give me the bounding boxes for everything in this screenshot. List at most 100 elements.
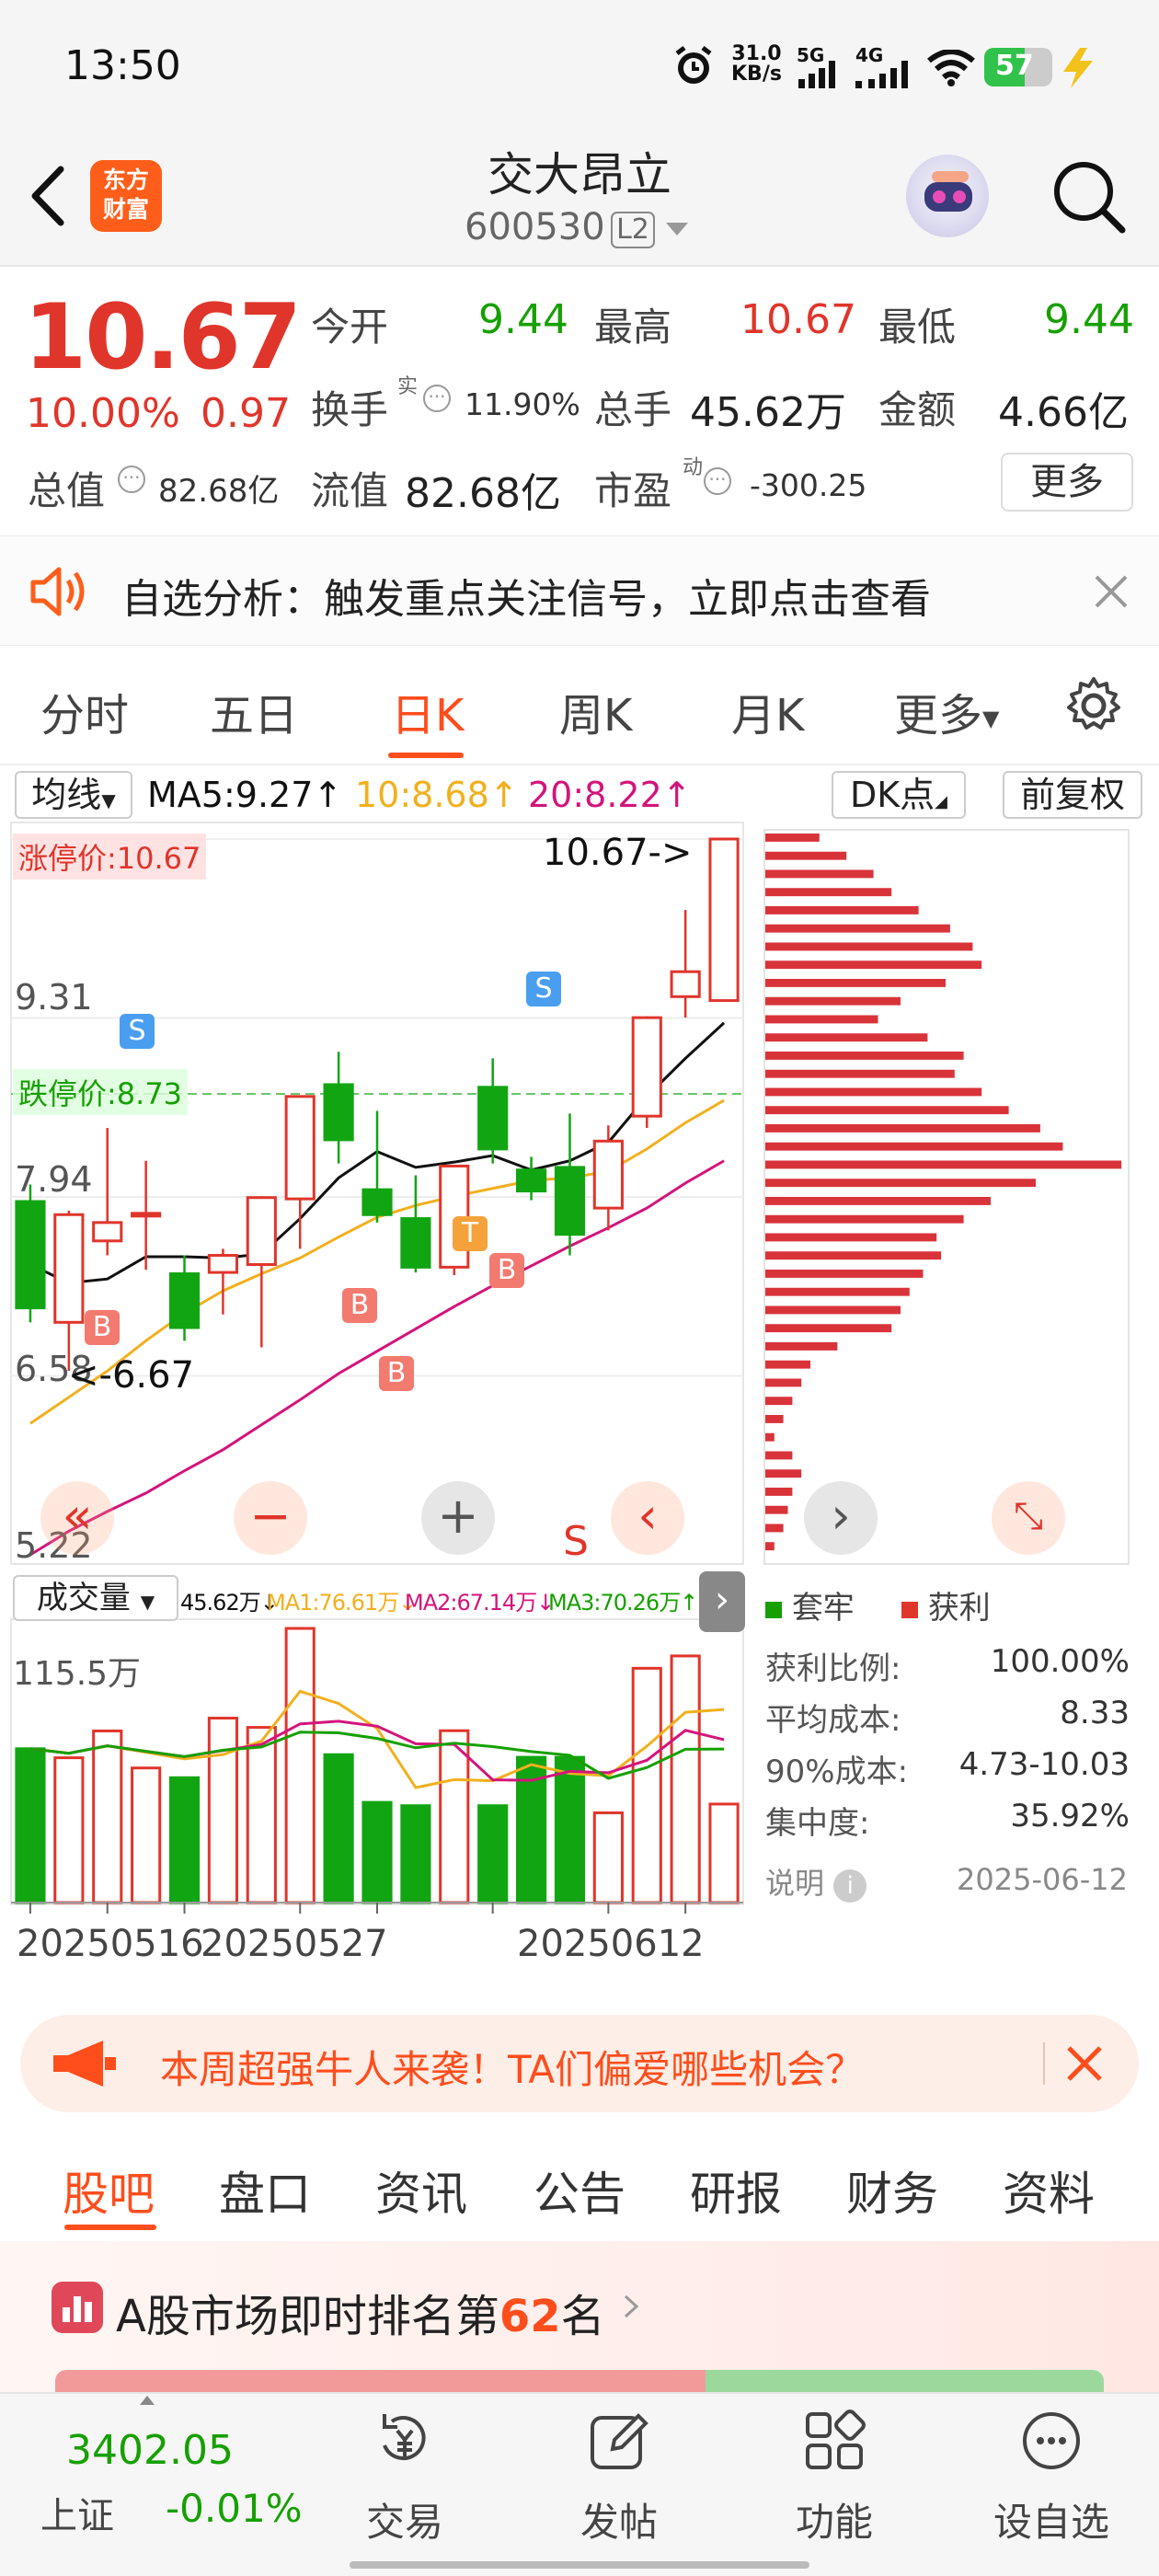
stat-value: 4.73-10.03 <box>958 1746 1130 1783</box>
charging-icon <box>1063 48 1093 88</box>
chip-bar <box>765 1270 924 1278</box>
chip-bar <box>765 1342 838 1351</box>
status-bar: 13:50 31.0 KB/s 5G 4G 57 <box>0 0 1159 138</box>
level2-badge[interactable]: L2 <box>611 212 655 248</box>
rank-prefix: A股市场即时排名第 <box>116 2291 499 2342</box>
scroll-left-icon[interactable]: ‹ <box>611 1481 684 1555</box>
volume-axis-label: 115.5万 <box>13 1655 142 1693</box>
notice-bar[interactable]: 自选分析：触发重点关注信号，立即点击查看 <box>0 535 1159 646</box>
chip-bar <box>765 1378 802 1387</box>
volume-bar <box>708 1802 740 1904</box>
buy-signal-badge[interactable]: B <box>85 1310 120 1345</box>
close-icon[interactable] <box>1093 573 1130 610</box>
tab-daily-k[interactable]: 日K <box>391 679 464 743</box>
tab-announcements[interactable]: 公告 <box>534 2157 625 2224</box>
alarm-icon <box>675 46 712 84</box>
candle-body <box>515 1168 547 1193</box>
zoom-in-icon[interactable]: + <box>421 1481 495 1555</box>
note-label: 说明 <box>765 1866 825 1901</box>
turnover-value: 11.90% <box>465 386 580 422</box>
candle-body <box>477 1086 509 1151</box>
tab-profile[interactable]: 资料 <box>1003 2157 1095 2224</box>
index-name[interactable]: 上证 <box>40 2486 114 2539</box>
trade-icon[interactable] <box>372 2409 436 2473</box>
expand-panel-icon[interactable]: › <box>699 1571 745 1632</box>
close-icon[interactable] <box>1065 2044 1104 2083</box>
y-tick-label: 9.31 <box>15 977 93 1018</box>
chip-bar <box>765 1179 1036 1188</box>
high-marker: 10.67-> <box>543 832 693 874</box>
tab-finance[interactable]: 财务 <box>846 2157 938 2224</box>
speaker-icon <box>30 567 85 616</box>
dk-point-selector[interactable]: DK点◢ <box>832 771 966 819</box>
assistant-avatar-icon[interactable] <box>906 155 989 237</box>
t-signal-badge[interactable]: T <box>453 1216 488 1251</box>
scroll-left-fast-icon[interactable]: « <box>40 1481 114 1555</box>
ma-selector[interactable]: 均线▼ <box>15 771 132 819</box>
adjust-selector[interactable]: 前复权 <box>1003 771 1142 819</box>
rank-card[interactable]: A股市场即时排名第62名 <box>0 2241 1159 2392</box>
bottom-bar: 3402.05 上证 -0.01% 交易 发帖 功能 设自选 <box>0 2392 1159 2576</box>
volume-selector-label: 成交量 <box>36 1580 131 1616</box>
tab-more-label: 更多 <box>894 690 983 742</box>
chip-bar <box>765 1052 964 1060</box>
bottom-trade-label[interactable]: 交易 <box>340 2491 469 2547</box>
volume-indicator-selector[interactable]: 成交量 ▼ <box>13 1575 178 1621</box>
tab-news[interactable]: 资讯 <box>375 2157 467 2224</box>
tab-intraday[interactable]: 分时 <box>40 679 129 743</box>
buy-signal-badge[interactable]: B <box>489 1253 524 1288</box>
compose-post-icon[interactable] <box>587 2409 651 2473</box>
bottom-functions-label[interactable]: 功能 <box>770 2491 899 2547</box>
dk-label: DK点 <box>849 775 935 815</box>
mktcap-label: 总值 <box>28 468 106 513</box>
chip-bar <box>765 1469 802 1478</box>
more-button[interactable]: 更多 <box>1001 453 1133 512</box>
chip-bar <box>765 1160 1122 1169</box>
chip-bar <box>765 1015 878 1024</box>
volume-bar <box>246 1726 277 1904</box>
chip-bar <box>765 1305 901 1315</box>
caret-down-icon[interactable] <box>664 221 690 237</box>
chevron-right-icon <box>624 2294 639 2318</box>
search-icon[interactable] <box>1049 156 1128 236</box>
zoom-out-icon[interactable]: − <box>234 1481 307 1555</box>
index-value[interactable]: 3402.05 <box>66 2427 234 2474</box>
tab-forum[interactable]: 股吧 <box>63 2157 155 2224</box>
kline-chart[interactable] <box>0 819 754 2024</box>
sell-signal-badge[interactable]: S <box>120 1014 155 1049</box>
buy-signal-badge[interactable]: B <box>379 1356 414 1391</box>
buy-signal-badge[interactable]: B <box>342 1288 377 1323</box>
chip-note[interactable]: 说明 i <box>765 1860 867 1903</box>
bottom-post-label[interactable]: 发帖 <box>555 2491 683 2547</box>
index-percent[interactable]: -0.01% <box>166 2486 303 2531</box>
stock-code: 600530 <box>465 206 605 248</box>
functions-grid-icon[interactable] <box>802 2409 866 2473</box>
tab-order-book[interactable]: 盘口 <box>219 2157 311 2224</box>
tab-weekly-k[interactable]: 周K <box>559 679 632 743</box>
gear-icon[interactable] <box>1063 675 1124 736</box>
candle-body <box>708 837 740 1003</box>
info-dots-icon[interactable]: ··· <box>118 466 145 493</box>
chip-bar <box>765 960 982 970</box>
bottom-watchlist-label[interactable]: 设自选 <box>987 2491 1116 2547</box>
tab-monthly-k[interactable]: 月K <box>731 679 804 743</box>
high-label: 最高 <box>594 305 672 350</box>
volume-bar <box>554 1755 586 1904</box>
sell-signal-badge[interactable]: S <box>526 972 561 1006</box>
add-watchlist-icon[interactable] <box>1019 2409 1084 2473</box>
tab-research[interactable]: 研报 <box>690 2157 782 2224</box>
volume-bar <box>284 1627 316 1904</box>
promo-banner[interactable]: 本周超强牛人来袭！TA们偏爱哪些机会？ <box>20 2015 1139 2112</box>
tab-five-day[interactable]: 五日 <box>210 679 298 743</box>
amount-value: 4.66亿 <box>998 389 1129 436</box>
turnover-superscript: 实 <box>397 375 419 398</box>
stat-key: 集中度: <box>765 1805 870 1842</box>
chip-bar <box>765 1033 928 1042</box>
chip-bar <box>765 834 820 842</box>
info-dots-icon[interactable]: ··· <box>423 385 451 412</box>
tab-more[interactable]: 更多▼ <box>894 679 999 743</box>
candle-body <box>361 1188 393 1216</box>
rank-text: A股市场即时排名第62名 <box>116 2280 605 2344</box>
chip-bar <box>765 1360 810 1369</box>
info-dots-icon[interactable]: ··· <box>704 467 731 495</box>
